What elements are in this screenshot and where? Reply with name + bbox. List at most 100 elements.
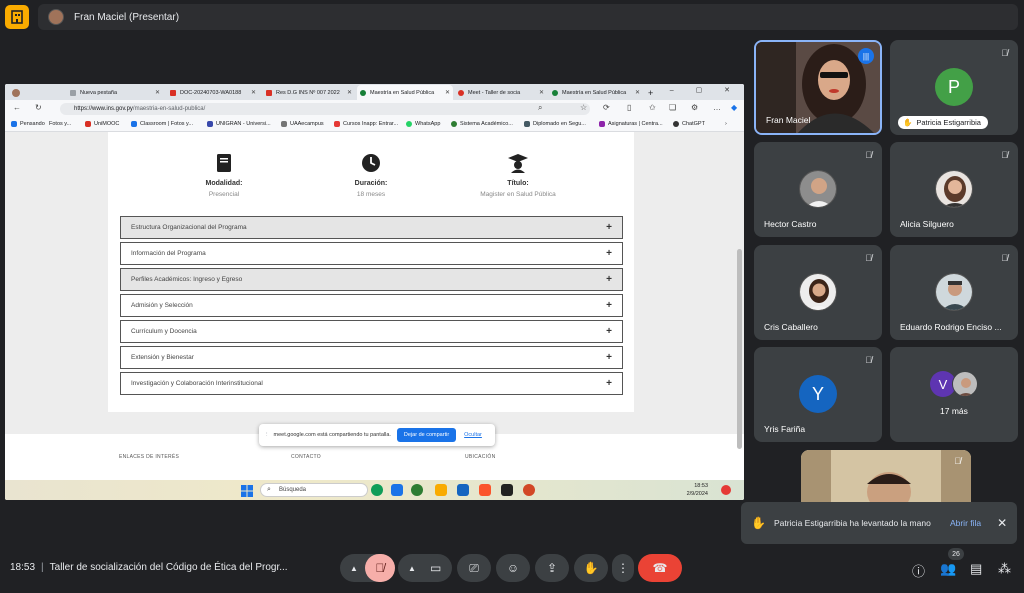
bookmark-item[interactable]: UniMOOC: [85, 121, 119, 127]
store-icon[interactable]: [391, 484, 403, 496]
close-tab-icon[interactable]: ✕: [445, 89, 450, 96]
mic-off-icon: 🎙̸: [954, 456, 961, 466]
people-count-badge: 26: [948, 548, 964, 560]
bookmark-item[interactable]: ChatGPT: [673, 121, 705, 127]
powerpoint-icon[interactable]: [523, 484, 535, 496]
drag-handle-icon[interactable]: ⋮: [264, 432, 270, 438]
shared-screen: Nueva pestaña ✕ DOC-20240703-WA0188 ✕ Res …: [5, 84, 744, 500]
bookmark-item[interactable]: Cursos Inapp: Entrar...: [334, 121, 398, 127]
close-tab-icon[interactable]: ✕: [251, 89, 256, 96]
people-icon[interactable]: 👥: [940, 561, 956, 577]
close-tab-icon[interactable]: ✕: [155, 89, 160, 96]
meeting-details-icon[interactable]: ⓘ: [912, 561, 925, 580]
close-tab-icon[interactable]: ✕: [635, 89, 640, 96]
leave-call-button[interactable]: ☎: [638, 554, 682, 582]
browser-tab-active[interactable]: Maestría en Salud Pública ✕: [357, 85, 453, 100]
feature-modalidad: Modalidad: Presencial: [154, 152, 294, 198]
brave-icon[interactable]: [479, 484, 491, 496]
menu-dots-icon[interactable]: …: [713, 103, 721, 112]
chrome-icon[interactable]: [411, 484, 423, 496]
reload-icon[interactable]: ↻: [35, 103, 42, 112]
accordion-item[interactable]: Estructura Organizacional del Programa +: [120, 216, 623, 239]
participant-tile-cris[interactable]: 🎙̸ Cris Caballero: [754, 245, 882, 340]
presenter-pill[interactable]: Fran Maciel (Presentar): [38, 4, 1018, 30]
accordion-item[interactable]: Investigación y Colaboración Interinstit…: [120, 372, 623, 395]
page-scrollbar[interactable]: [737, 184, 742, 482]
screen-share-banner: ⋮ meet.google.com está compartiendo tu p…: [259, 424, 495, 446]
browser-tab[interactable]: Nueva pestaña ✕: [67, 85, 163, 100]
hide-link[interactable]: Ocultar: [464, 432, 482, 438]
bookmark-item[interactable]: WhatsApp: [406, 121, 440, 127]
globe-favicon-icon: [360, 89, 366, 96]
system-clock[interactable]: 18:53 2/9/2024: [687, 482, 708, 498]
bookmark-item[interactable]: Sistema Académico...: [451, 121, 513, 127]
participant-tile-eduardo[interactable]: 🎙̸ Eduardo Rodrigo Enciso ...: [890, 245, 1018, 340]
accordion-item[interactable]: Información del Programa +: [120, 242, 623, 265]
activities-icon[interactable]: ⁂: [998, 561, 1011, 577]
participant-tile-fran[interactable]: ||| Fran Maciel: [754, 40, 882, 135]
more-participants-tile[interactable]: V 17 más: [890, 347, 1018, 442]
folder-icon[interactable]: [435, 484, 447, 496]
more-options-button[interactable]: ⋮: [612, 554, 634, 582]
bookmark-item[interactable]: Diplomado en Segu...: [524, 121, 586, 127]
browser-tab[interactable]: Res D.G INS Nº 007 2022 ✕: [263, 85, 355, 100]
emoji-reactions-button[interactable]: ☺: [496, 554, 530, 582]
copilot-icon[interactable]: ◆: [731, 103, 737, 112]
new-tab-button[interactable]: +: [645, 85, 657, 100]
edge-browser-icon[interactable]: [371, 484, 383, 496]
browser-tab[interactable]: DOC-20240703-WA0188 ✕: [167, 85, 259, 100]
close-tab-icon[interactable]: ✕: [539, 89, 544, 96]
bookmark-item[interactable]: UAAecampus: [281, 121, 324, 127]
copilot-icon[interactable]: [721, 485, 731, 495]
accordion-item[interactable]: Perfiles Académicos: Ingreso y Egreso +: [120, 268, 623, 291]
mic-toggle-button[interactable]: 🎙̸: [365, 554, 395, 582]
bookmark-item[interactable]: UNIGRAN - Universi...: [207, 121, 271, 127]
window-controls[interactable]: – ▢ ✕: [670, 86, 740, 94]
self-view-tile[interactable]: 🎙̸: [801, 450, 971, 502]
open-queue-button[interactable]: Abrir fila: [950, 518, 981, 528]
camera-group-button[interactable]: ▲ ▭: [398, 554, 452, 582]
bookmarks-more-icon[interactable]: ›: [725, 121, 727, 127]
chevron-up-icon: ▲: [350, 563, 358, 573]
footer-links-heading: ENLACES DE INTERÉS: [119, 454, 180, 460]
participant-tile-yris[interactable]: 🎙̸ Y Yris Fariña: [754, 347, 882, 442]
scroll-thumb[interactable]: [737, 249, 742, 449]
favorites-icon[interactable]: ✩: [649, 103, 656, 112]
collections-icon[interactable]: ❏: [669, 103, 676, 112]
accordion-item[interactable]: Admisión y Selección +: [120, 294, 623, 317]
bookmark-item[interactable]: Classroom | Fotos y...: [131, 121, 193, 127]
presenter-label: Fran Maciel (Presentar): [74, 11, 180, 23]
browser-tab[interactable]: Maestría en Salud Pública ✕: [549, 85, 643, 100]
bookmark-item[interactable]: Asignaturas | Centra...: [599, 121, 663, 127]
profile-avatar[interactable]: [9, 85, 21, 100]
zoom-icon[interactable]: ⌕: [538, 103, 542, 113]
star-icon[interactable]: ☆: [580, 103, 587, 112]
stop-sharing-button[interactable]: Dejar de compartir: [396, 428, 457, 442]
footer-contact-heading: CONTACTO: [291, 454, 321, 460]
mic-off-icon: 🎙̸: [375, 561, 385, 575]
mail-icon[interactable]: [457, 484, 469, 496]
present-screen-button[interactable]: ⇪: [535, 554, 569, 582]
bookmark-item[interactable]: Pensando: [11, 121, 45, 127]
close-icon[interactable]: ✕: [997, 516, 1007, 530]
split-view-icon[interactable]: ▯: [627, 103, 631, 112]
chat-icon[interactable]: ▤: [970, 561, 982, 577]
accordion-item[interactable]: Currículum y Docencia +: [120, 320, 623, 343]
bookmark-item[interactable]: Fotos y...: [49, 121, 71, 127]
participant-tile-patricia[interactable]: 🎙̸ P ✋ Patricia Estigarribia: [890, 40, 1018, 135]
raise-hand-button[interactable]: ✋: [574, 554, 608, 582]
extension-icon[interactable]: ⟳: [603, 103, 610, 112]
url-field[interactable]: https://www.ins.gov.py/maestria-en-salud…: [60, 103, 590, 115]
sync-icon[interactable]: ⚙: [691, 103, 698, 112]
media-icon[interactable]: [501, 484, 513, 496]
participant-tile-hector[interactable]: 🎙̸ Hector Castro: [754, 142, 882, 237]
captions-button[interactable]: ⎚: [457, 554, 491, 582]
browser-tab[interactable]: Meet - Taller de socia ✕: [455, 85, 547, 100]
back-arrow-icon[interactable]: ←: [13, 103, 21, 112]
windows-start-icon[interactable]: [241, 484, 253, 497]
taskbar-search[interactable]: ⌕ Búsqueda: [260, 483, 368, 497]
accordion-item[interactable]: Extensión y Bienestar +: [120, 346, 623, 369]
close-tab-icon[interactable]: ✕: [347, 89, 352, 96]
participant-tile-alicia[interactable]: 🎙̸ Alicia Silguero: [890, 142, 1018, 237]
mic-off-icon: 🎙̸: [1001, 48, 1008, 58]
